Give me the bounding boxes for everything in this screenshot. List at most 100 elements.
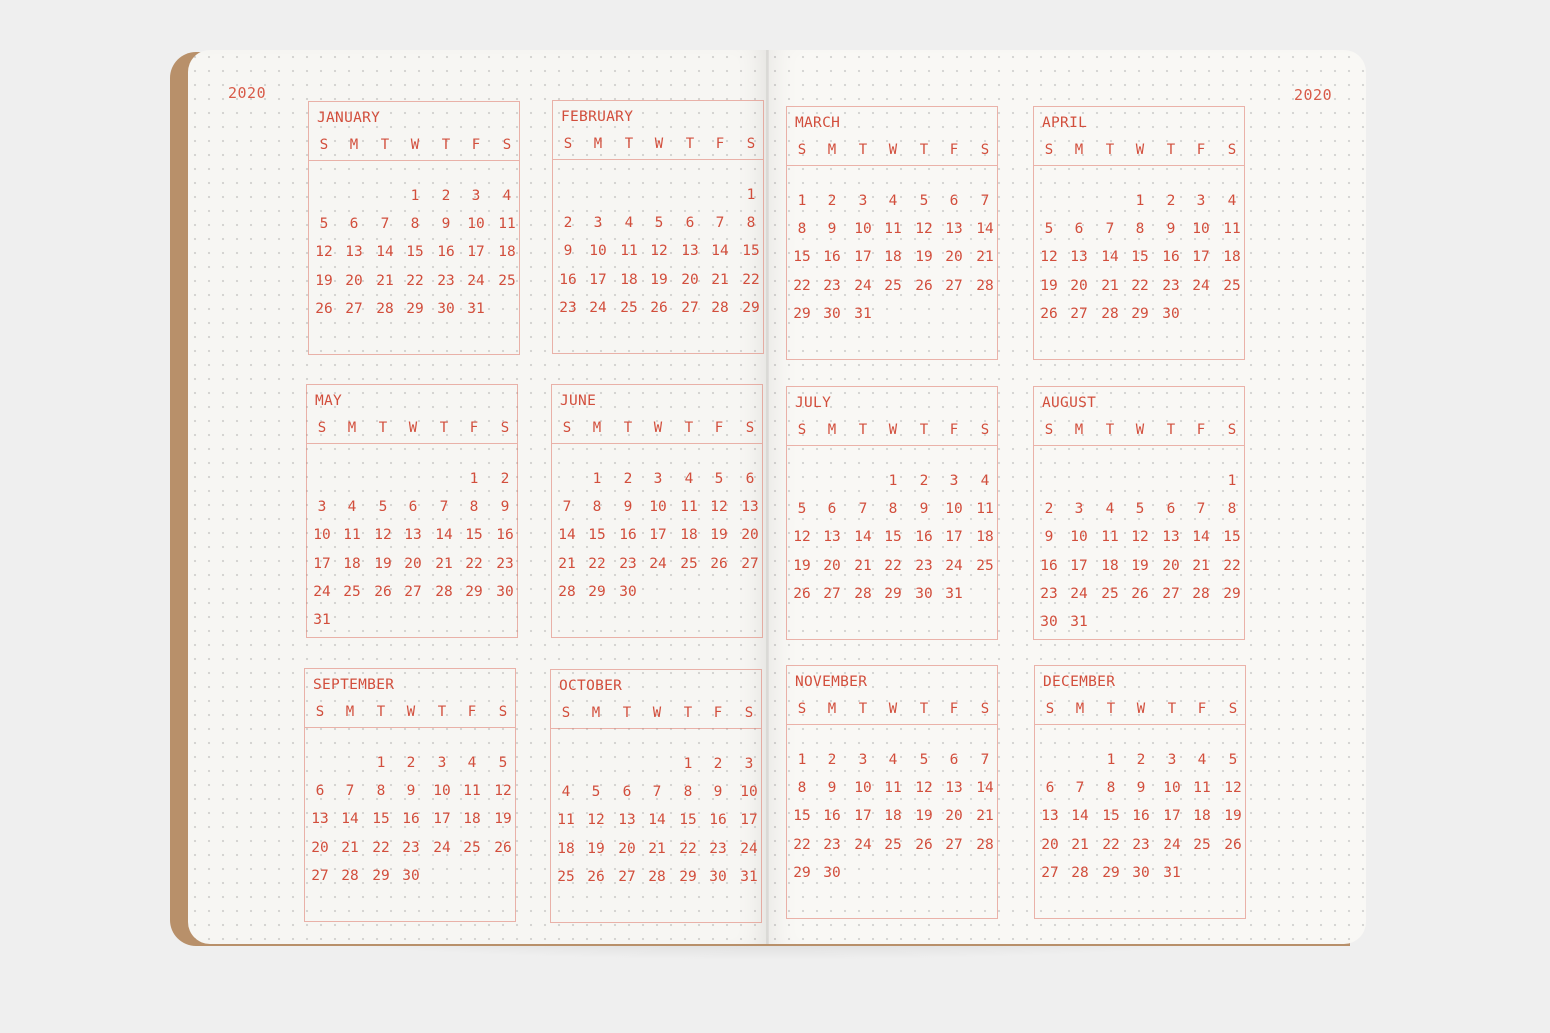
month-november: NOVEMBER S M T W T F S 1 2 3 4 5 6 7 8 9 10 11 12 13 14 15 16 17…: [786, 665, 998, 919]
day-number: 23: [559, 300, 577, 316]
weekday-header: SMTWTFS: [1034, 422, 1244, 442]
month-name: MARCH: [795, 115, 841, 131]
day-number: 24: [1070, 586, 1088, 602]
day-number: 30: [823, 865, 841, 881]
day-number: 19: [1224, 808, 1242, 824]
day-number: 8: [410, 216, 420, 232]
day-number: 30: [496, 584, 514, 600]
day-number: 4: [502, 188, 512, 204]
day-number: 25: [343, 584, 361, 600]
day-number: 21: [648, 841, 666, 857]
day-number: 16: [437, 244, 455, 260]
day-number: 31: [740, 869, 758, 885]
day-number: 7: [345, 783, 355, 799]
day-number: 26: [315, 301, 333, 317]
weekday-label: W: [888, 701, 898, 717]
day-number: 11: [884, 221, 902, 237]
day-number: 12: [1131, 529, 1149, 545]
day-number: 27: [1162, 586, 1180, 602]
day-number: 2: [1044, 501, 1054, 517]
weekday-label: T: [1167, 701, 1177, 717]
weekday-label: T: [622, 705, 632, 721]
day-number: 11: [1193, 780, 1211, 796]
day-number: 28: [976, 278, 994, 294]
weekday-label: F: [713, 705, 723, 721]
day-number: 10: [313, 527, 331, 543]
month-name: MAY: [315, 393, 343, 409]
day-number: 11: [680, 499, 698, 515]
day-number: 19: [650, 272, 668, 288]
day-number: 30: [915, 586, 933, 602]
day-number: 7: [1196, 501, 1206, 517]
day-number: 5: [797, 501, 807, 517]
day-number: 8: [469, 499, 479, 515]
day-number: 9: [827, 780, 837, 796]
weekday-label: T: [441, 137, 451, 153]
day-number: 5: [591, 784, 601, 800]
weekday-label: F: [1196, 142, 1206, 158]
day-number: 24: [945, 558, 963, 574]
month-may: MAY S M T W T F S 1 2 3 4 5 6 7 8 9 10 11 12 13 14 15 16 17 18 19 2…: [306, 384, 518, 638]
day-number: 15: [372, 811, 390, 827]
day-number: 7: [980, 752, 990, 768]
day-number: 2: [441, 188, 451, 204]
day-number: 6: [1166, 501, 1176, 517]
weekday-label: S: [1227, 422, 1237, 438]
day-number: 9: [623, 499, 633, 515]
month-december: DECEMBER S M T W T F S 1 2 3 4 5 6 7 8 9 10 11 12 13 14 15 16 17…: [1034, 665, 1246, 919]
day-number: 10: [1070, 529, 1088, 545]
day-number: 13: [681, 243, 699, 259]
day-number: 6: [408, 499, 418, 515]
day-number: 13: [345, 244, 363, 260]
day-number: 26: [915, 278, 933, 294]
weekday-label: M: [827, 422, 837, 438]
day-number: 11: [343, 527, 361, 543]
day-number: 27: [945, 278, 963, 294]
header-rule: [1034, 445, 1244, 446]
day-number: 15: [742, 243, 760, 259]
day-number: 31: [313, 612, 331, 628]
day-number: 14: [854, 529, 872, 545]
day-number: 14: [976, 221, 994, 237]
day-number: 16: [559, 272, 577, 288]
day-number: 7: [980, 193, 990, 209]
day-number: 20: [681, 272, 699, 288]
header-rule: [307, 443, 517, 444]
header-rule: [305, 727, 515, 728]
day-number: 29: [793, 306, 811, 322]
weekday-label: T: [919, 701, 929, 717]
day-number: 27: [618, 869, 636, 885]
day-number: 16: [709, 812, 727, 828]
day-number: 5: [319, 216, 329, 232]
day-number: 14: [341, 811, 359, 827]
day-number: 20: [618, 841, 636, 857]
day-number: 8: [376, 783, 386, 799]
day-number: 16: [1132, 808, 1150, 824]
day-number: 27: [404, 584, 422, 600]
day-number: 31: [1070, 614, 1088, 630]
day-number: 12: [494, 783, 512, 799]
weekday-label: S: [745, 420, 755, 436]
day-number: 1: [1106, 752, 1116, 768]
day-number: 26: [1224, 837, 1242, 853]
weekday-label: F: [949, 701, 959, 717]
day-number: 28: [435, 584, 453, 600]
day-number: 12: [650, 243, 668, 259]
day-number: 7: [1075, 780, 1085, 796]
month-name: AUGUST: [1042, 395, 1097, 411]
day-number: 3: [1167, 752, 1177, 768]
weekday-label: S: [563, 136, 573, 152]
day-number: 24: [649, 556, 667, 572]
weekday-label: S: [797, 142, 807, 158]
day-number: 5: [1044, 221, 1054, 237]
day-number: 25: [1101, 586, 1119, 602]
day-number: 11: [1101, 529, 1119, 545]
day-number: 8: [797, 221, 807, 237]
day-number: 26: [1131, 586, 1149, 602]
day-number: 25: [884, 278, 902, 294]
month-march: MARCH S M T W T F S 1 2 3 4 5 6 7 8 9 10 11 12 13 14 15 16 17 18 1…: [786, 106, 998, 360]
day-number: 25: [557, 869, 575, 885]
day-number: 3: [653, 471, 663, 487]
weekday-header: SMTWTFS: [551, 705, 761, 725]
day-number: 22: [679, 841, 697, 857]
